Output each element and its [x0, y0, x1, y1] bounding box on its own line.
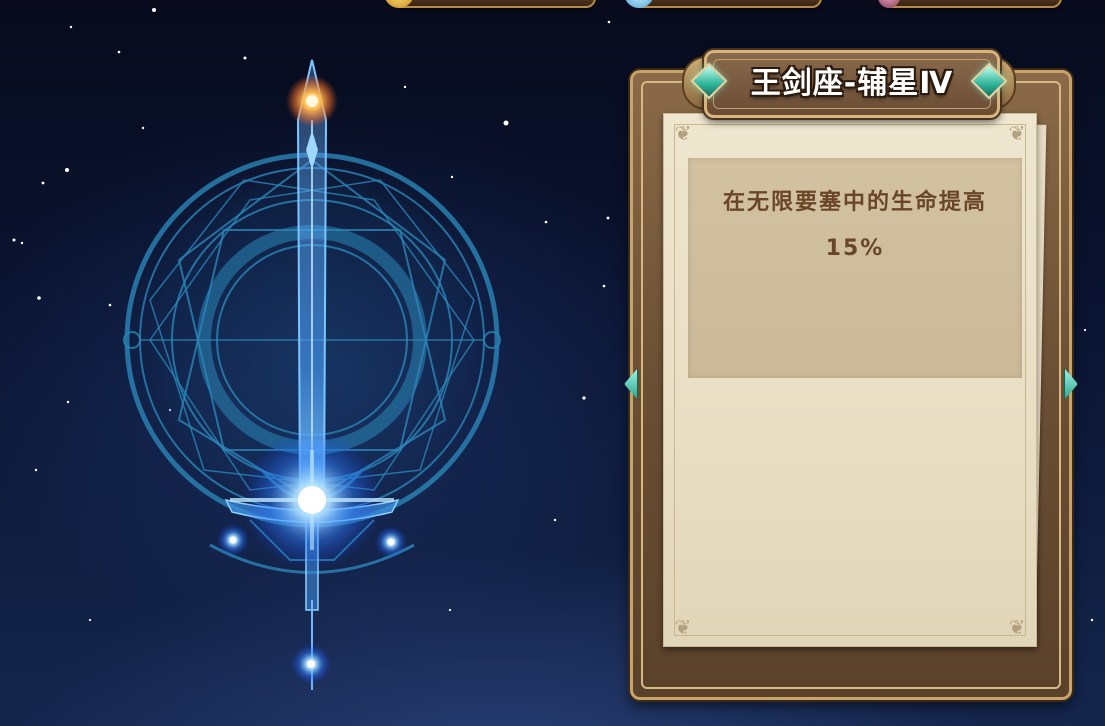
star-node-left[interactable]	[217, 524, 249, 556]
constellation-screen: ❦ ❦ ❦ ❦ 在无限要塞中的生命提高 15% 王剑座-辅星Ⅳ	[0, 0, 1105, 726]
crystal-resource-bar[interactable]	[624, 0, 822, 8]
gem-resource-bar[interactable]	[878, 0, 1062, 8]
constellation-title: 王剑座-辅星Ⅳ	[750, 66, 954, 101]
effect-description: 在无限要塞中的生命提高 15%	[688, 180, 1022, 272]
corner-ornament-icon: ❦	[674, 615, 692, 639]
star-node-bottom[interactable]	[291, 644, 331, 684]
effect-description-line2: 15%	[825, 236, 885, 261]
star-node-top[interactable]	[286, 75, 338, 127]
star-info-panel: ❦ ❦ ❦ ❦ 在无限要塞中的生命提高 15%	[624, 70, 1078, 700]
corner-ornament-icon: ❦	[674, 121, 692, 145]
description-paper: ❦ ❦ ❦ ❦ 在无限要塞中的生命提高 15%	[663, 113, 1037, 647]
corner-ornament-icon: ❦	[1008, 615, 1026, 639]
effect-description-box: 在无限要塞中的生命提高 15%	[688, 158, 1022, 378]
effect-description-line1: 在无限要塞中的生命提高	[722, 190, 987, 215]
constellation-illustration	[122, 59, 502, 690]
star-node-right[interactable]	[375, 526, 407, 558]
corner-ornament-icon: ❦	[1008, 121, 1026, 145]
title-plaque: 王剑座-辅星Ⅳ	[682, 40, 1016, 122]
